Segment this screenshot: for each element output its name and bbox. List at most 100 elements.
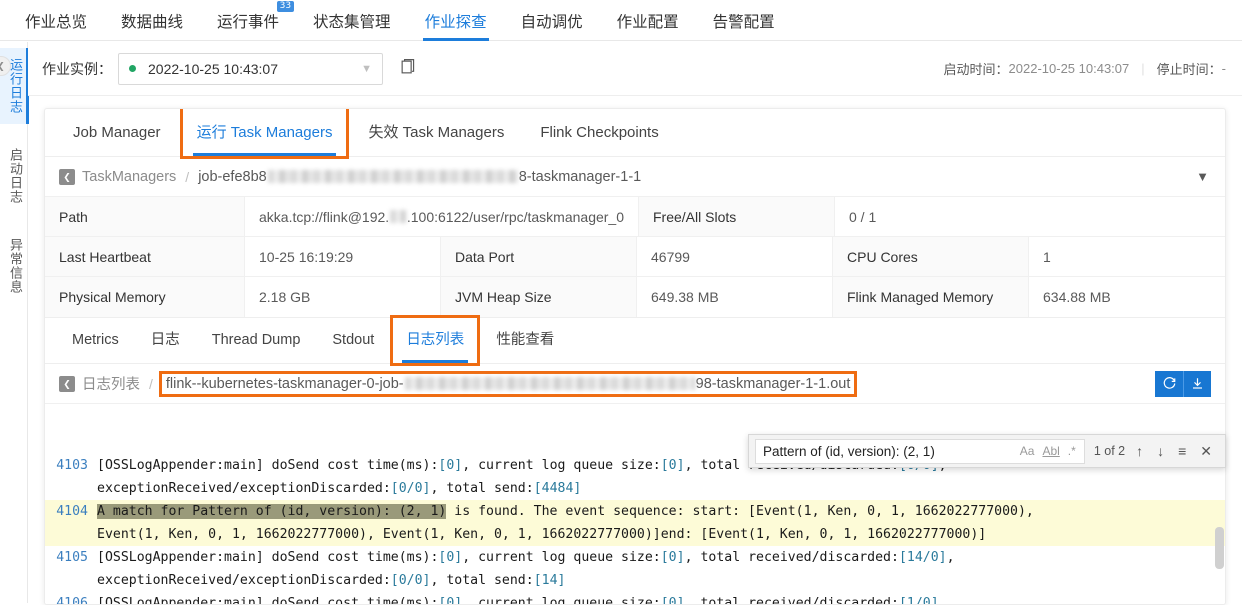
table-key: CPU Cores (833, 237, 1029, 276)
log-segment: [0] (438, 458, 463, 473)
log-segment: [0/0] (390, 573, 431, 588)
nav-tab-label: 状态集管理 (313, 13, 391, 31)
log-file-name[interactable]: flink--kubernetes-taskmanager-0-job- 98-… (158, 370, 858, 397)
task-manager-detail-table: Path akka.tcp://flink@192. .100:6122/user/… (45, 197, 1225, 318)
nav-tab-5[interactable]: 自动调优 (504, 13, 600, 41)
start-time-value: 2022-10-25 10:43:07 (1008, 61, 1130, 76)
nav-tab-2[interactable]: 运行事件 33 (200, 0, 296, 41)
job-instance-label: 作业实例： (42, 60, 112, 77)
nav-tab-label: 作业配置 (616, 13, 679, 31)
find-close-icon[interactable]: ✕ (1193, 443, 1219, 460)
log-file-actions (1155, 370, 1211, 397)
log-viewer[interactable]: 4103 [OSSLogAppender:main] doSend cost ti… (45, 454, 1225, 604)
download-icon[interactable] (1183, 370, 1211, 397)
log-scrollbar[interactable] (1215, 527, 1224, 569)
log-line-number: 4105 (56, 550, 88, 565)
log-file-row: ❮ 日志列表 / flink--kubernetes-taskmanager-0… (45, 364, 1225, 404)
log-segment: [OSSLogAppender:main] doSend cost time(m… (97, 550, 439, 565)
table-row: Path akka.tcp://flink@192. .100:6122/user/… (45, 197, 1225, 237)
log-tab-3[interactable]: Stdout (319, 318, 387, 363)
log-segment: , total send: (430, 573, 534, 588)
nav-tab-0[interactable]: 作业总览 (8, 13, 104, 41)
nav-tab-6[interactable]: 作业配置 (600, 13, 696, 41)
whole-word-icon[interactable]: Abl (1038, 444, 1063, 458)
tm-tab-1[interactable]: 运行 Task Managers (179, 109, 350, 159)
table-key: JVM Heap Size (441, 277, 637, 317)
table-key: Data Port (441, 237, 637, 276)
masked-text (404, 377, 695, 390)
log-tab-2[interactable]: Thread Dump (199, 318, 314, 363)
log-file-separator: / (149, 375, 153, 392)
rail-item-2[interactable]: 异常信息 (0, 228, 28, 304)
log-tab-4[interactable]: 日志列表 (390, 315, 481, 366)
log-line-text: A match for Pattern of (id, version): (2… (97, 500, 1225, 546)
log-line: 4105 [OSSLogAppender:main] doSend cost ti… (45, 546, 1225, 592)
tm-tab-0[interactable]: Job Manager (59, 109, 175, 156)
start-time-label: 启动时间： (943, 62, 1009, 77)
log-tab-5[interactable]: 性能查看 (483, 318, 567, 363)
job-instance-select[interactable]: 2022-10-25 10:43:07 ▼ (118, 52, 383, 85)
find-select-all-icon[interactable]: ≡ (1171, 443, 1193, 459)
refresh-icon[interactable] (1155, 370, 1183, 397)
log-segment: [14/0] (898, 550, 947, 565)
nav-tab-badge: 33 (276, 0, 295, 12)
breadcrumb-current: job-efe8b8 8-taskmanager-1-1 (198, 169, 641, 185)
tm-tab-2[interactable]: 失效 Task Managers (354, 109, 518, 156)
left-log-rail: ❮ 运行日志启动日志异常信息 (0, 42, 29, 603)
breadcrumb: ❮ TaskManagers / job-efe8b8 8-taskmanage… (45, 157, 1225, 197)
log-segment: [14] (533, 573, 566, 588)
nav-tab-4[interactable]: 作业探查 (408, 14, 504, 41)
nav-tab-label: 作业总览 (25, 13, 88, 31)
tm-tab-3[interactable]: Flink Checkpoints (526, 109, 672, 156)
log-line-number: 4104 (56, 504, 88, 519)
find-next-icon[interactable]: ↓ (1150, 443, 1171, 459)
log-segment: , total received/discarded: (684, 550, 899, 565)
breadcrumb-current-prefix: job-efe8b8 (198, 168, 267, 185)
time-info: 启动时间： 2022-10-25 10:43:07 | 停止时间： - (944, 59, 1226, 78)
log-file-name-suffix: 98-taskmanager-1-1.out (695, 375, 851, 392)
find-widget: Pattern of (id, version): (2, 1) Aa Abl … (748, 434, 1226, 468)
table-value: 634.88 MB (1043, 289, 1111, 305)
time-divider: | (1141, 61, 1145, 76)
breadcrumb-current-suffix: 8-taskmanager-1-1 (518, 168, 642, 185)
table-key: Physical Memory (45, 277, 245, 317)
log-list-root[interactable]: 日志列表 (82, 373, 140, 394)
table-value: 0 / 1 (849, 208, 877, 225)
breadcrumb-root[interactable]: TaskManagers (82, 169, 176, 185)
log-list-back-icon[interactable]: ❮ (59, 375, 75, 392)
log-file-name-prefix: flink--kubernetes-taskmanager-0-job- (165, 375, 404, 392)
nav-tab-label: 自动调优 (520, 13, 583, 31)
log-line: 4104 A match for Pattern of (id, version)… (45, 500, 1225, 546)
rail-item-1[interactable]: 启动日志 (0, 138, 28, 214)
log-tab-1[interactable]: 日志 (138, 318, 193, 363)
log-tab-0[interactable]: Metrics (59, 318, 132, 363)
breadcrumb-back-icon[interactable]: ❮ (59, 168, 75, 185)
log-segment: [4484] (533, 481, 582, 496)
log-segment: [0] (660, 458, 685, 473)
find-input-wrapper[interactable]: Pattern of (id, version): (2, 1) Aa Abl … (755, 438, 1085, 464)
regex-icon[interactable]: .* (1064, 444, 1080, 458)
find-previous-icon[interactable]: ↑ (1129, 443, 1150, 459)
table-key: Flink Managed Memory (833, 277, 1029, 317)
log-segment: [0/0] (390, 481, 431, 496)
log-sub-tabs: Metrics 日志 Thread Dump Stdout 日志列表 性能查看 (45, 315, 1225, 366)
table-value-prefix: akka.tcp://flink@192. (259, 208, 390, 225)
table-value-suffix: .100:6122/user/rpc/taskmanager_0 (406, 208, 624, 225)
match-case-icon[interactable]: Aa (1016, 444, 1039, 458)
nav-tab-7[interactable]: 告警配置 (696, 14, 792, 41)
table-value: 649.38 MB (637, 277, 833, 317)
table-row: Last Heartbeat 10-25 16:19:29 Data Port 467… (45, 237, 1225, 277)
log-segment: , current log queue size: (462, 550, 661, 565)
log-segment: [OSSLogAppender:main] doSend cost time(m… (97, 458, 439, 473)
log-search-match: A match for Pattern of (id, version): (2… (97, 504, 447, 519)
find-input[interactable]: Pattern of (id, version): (2, 1) (763, 444, 1016, 459)
job-instance-value: 2022-10-25 10:43:07 (148, 60, 278, 77)
copy-icon[interactable] (399, 58, 421, 80)
job-instance-bar: 作业实例： 2022-10-25 10:43:07 ▼ 启动时间： 2022-1… (28, 42, 1242, 96)
chevron-down-icon[interactable]: ▼ (1196, 169, 1209, 184)
nav-tab-3[interactable]: 状态集管理 (296, 13, 408, 41)
nav-tab-1[interactable]: 数据曲线 (104, 14, 200, 41)
find-match-count: 1 of 2 (1093, 444, 1126, 458)
table-key: Path (45, 197, 245, 236)
log-segment: , total send: (430, 481, 534, 496)
